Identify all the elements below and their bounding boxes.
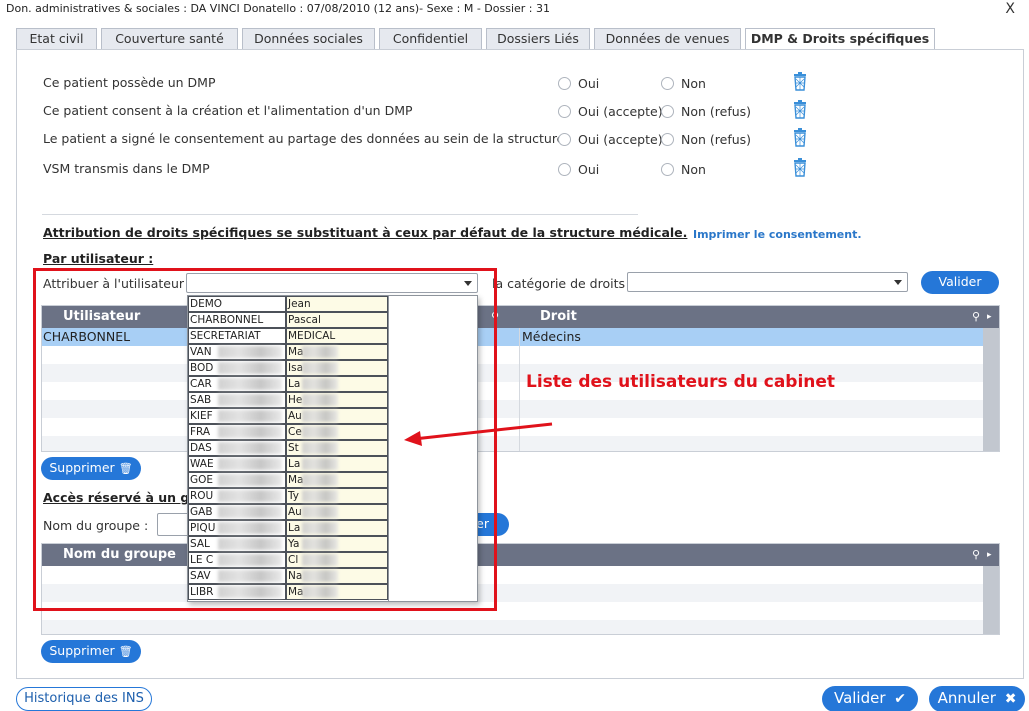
separator — [42, 214, 638, 215]
print-consent-link[interactable]: Imprimer le consentement. — [693, 228, 862, 241]
scrollbar[interactable] — [983, 566, 999, 634]
option-label: Non — [681, 76, 706, 91]
tab-couverture-sante[interactable]: Couverture santé — [101, 28, 238, 50]
radio-dmp-non[interactable] — [661, 77, 674, 90]
cancel-button[interactable]: Annuler ✖ — [929, 686, 1025, 711]
validate-button[interactable]: Valider ✔ — [822, 686, 918, 711]
column-header-right[interactable]: Droit — [540, 306, 577, 328]
radio-vsm-non[interactable] — [661, 163, 674, 176]
search-icon[interactable]: ⚲ — [972, 306, 980, 328]
radio-sharing-oui[interactable] — [558, 133, 571, 146]
option-label: Non (refus) — [681, 104, 752, 119]
validate-label: Valider — [833, 689, 886, 707]
radio-consent-oui[interactable] — [558, 105, 571, 118]
radio-dmp-oui[interactable] — [558, 77, 571, 90]
option-label: Oui (accepte) — [578, 104, 663, 119]
option-label: Oui (accepte) — [578, 132, 663, 147]
ins-history-button[interactable]: Historique des INS — [16, 687, 152, 711]
tab-donnees-de-venues[interactable]: Données de venues — [594, 28, 741, 50]
close-icon: ✖ — [1004, 691, 1017, 707]
trash-icon[interactable] — [792, 127, 808, 147]
radio-vsm-oui[interactable] — [558, 163, 571, 176]
tab-confidentiel[interactable]: Confidentiel — [379, 28, 482, 50]
question-label: Ce patient possède un DMP — [43, 75, 216, 90]
chevron-right-icon[interactable]: ▸ — [987, 544, 992, 566]
chevron-right-icon[interactable]: ▸ — [987, 306, 992, 328]
window-titlebar: Don. administratives & sociales : DA VIN… — [0, 0, 1029, 20]
question-label: Le patient a signé le consentement au pa… — [43, 131, 565, 146]
question-label: Ce patient consent à la création et l'al… — [43, 103, 413, 118]
option-label: Oui — [578, 162, 600, 177]
trash-icon[interactable] — [792, 157, 808, 177]
option-label: Non — [681, 162, 706, 177]
table-row — [42, 620, 983, 634]
check-icon: ✔ — [894, 691, 907, 707]
scrollbar[interactable] — [983, 328, 999, 451]
tab-dossiers-lies[interactable]: Dossiers Liés — [486, 28, 590, 50]
cancel-label: Annuler — [937, 689, 996, 707]
chevron-down-icon — [894, 280, 902, 285]
category-select[interactable] — [627, 272, 908, 292]
trash-icon[interactable] — [792, 71, 808, 91]
tab-donnees-sociales[interactable]: Données sociales — [242, 28, 375, 50]
tab-etat-civil[interactable]: Etat civil — [16, 28, 97, 50]
annotation-arrow-icon — [404, 422, 553, 446]
radio-sharing-non[interactable] — [661, 133, 674, 146]
trash-icon[interactable] — [792, 99, 808, 119]
annotation-text: Liste des utilisateurs du cabinet — [526, 372, 836, 392]
trash-icon: 🗑 — [118, 645, 133, 658]
rights-section-title: Attribution de droits spécifiques se sub… — [43, 225, 688, 240]
tab-bar: Etat civil Couverture santé Données soci… — [16, 28, 939, 52]
search-icon[interactable]: ⚲ — [972, 544, 980, 566]
delete-group-button[interactable]: Supprimer 🗑 — [41, 640, 141, 663]
by-user-title: Par utilisateur : — [43, 251, 154, 266]
option-label: Oui — [578, 76, 600, 91]
delete-label: Supprimer — [49, 643, 115, 658]
close-icon[interactable]: X — [1005, 0, 1015, 18]
window-title: Don. administratives & sociales : DA VIN… — [6, 2, 550, 15]
category-label: la catégorie de droits : — [492, 276, 634, 291]
validate-rights-button[interactable]: Valider — [921, 271, 999, 294]
option-label: Non (refus) — [681, 132, 752, 147]
radio-consent-non[interactable] — [661, 105, 674, 118]
cell-right: Médecins — [522, 329, 581, 344]
question-label: VSM transmis dans le DMP — [43, 161, 210, 176]
